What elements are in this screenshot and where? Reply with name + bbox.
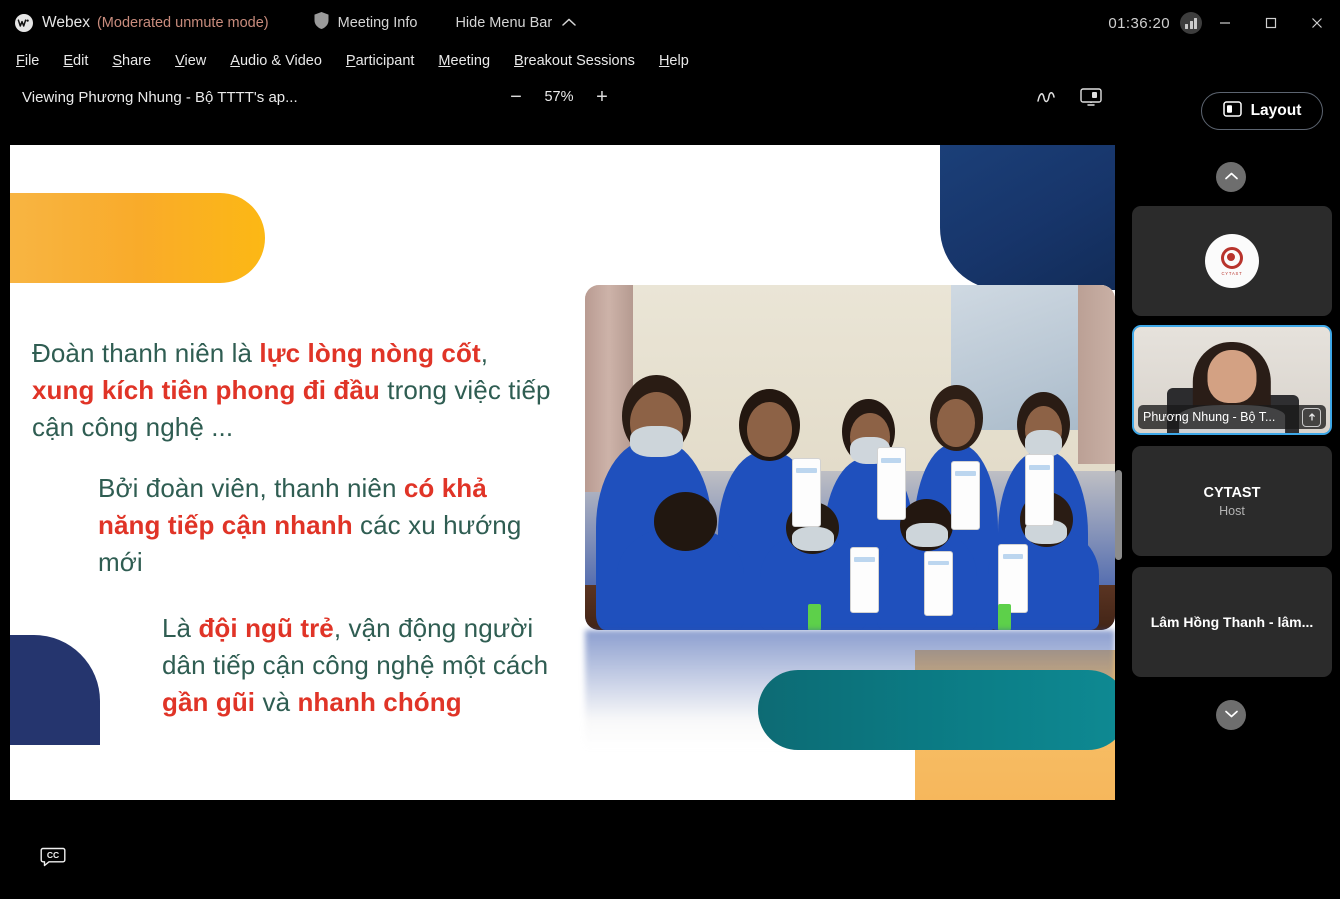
window-controls-group: 01:36:20 <box>1108 0 1340 46</box>
participant-name: Lâm Hồng Thanh - lâm... <box>1150 614 1314 630</box>
shield-icon <box>313 11 330 35</box>
scroll-up-button[interactable] <box>1216 162 1246 192</box>
menu-item-share[interactable]: Share <box>110 51 153 71</box>
slide-paragraph-3: Là đội ngũ trẻ, vận động người dân tiếp … <box>162 613 549 717</box>
meeting-control-bar: CC Unmute <box>0 818 1340 899</box>
scroll-down-button[interactable] <box>1216 700 1246 730</box>
closed-caption-button[interactable]: CC <box>34 840 72 878</box>
maximize-icon[interactable] <box>1248 0 1294 46</box>
chevron-up-icon <box>561 14 577 32</box>
zoom-level-value: 57% <box>544 89 574 105</box>
viewbar-icon-group <box>1035 76 1103 118</box>
meeting-info-label: Meeting Info <box>337 15 418 31</box>
hide-menu-bar-label: Hide Menu Bar <box>455 15 553 31</box>
meeting-info-button[interactable]: Meeting Info <box>313 11 418 35</box>
meeting-timer: 01:36:20 <box>1108 14 1170 32</box>
avatar: CYTAST <box>1205 234 1259 288</box>
menu-item-file[interactable]: File <box>14 51 41 71</box>
chevron-up-icon <box>1224 168 1239 186</box>
network-signal-icon[interactable] <box>1180 12 1202 34</box>
avatar-logo-text: CYTAST <box>1221 270 1243 276</box>
annotate-squiggle-icon[interactable] <box>1035 88 1057 106</box>
slide-paragraph-2: Bởi đoàn viên, thanh niên có khả năng ti… <box>98 473 522 577</box>
stage-scrollbar[interactable] <box>1114 145 1123 800</box>
zoom-out-button[interactable]: − <box>505 86 527 108</box>
share-display-icon[interactable] <box>1079 87 1103 107</box>
hide-menu-bar-button[interactable]: Hide Menu Bar <box>455 14 577 32</box>
zoom-controls: − 57% + <box>505 76 613 118</box>
participants-video-panel: Layout CYTAST Phương Nhung - Bộ T... CYT… <box>1125 46 1340 818</box>
menu-item-breakout-sessions[interactable]: Breakout Sessions <box>512 51 637 71</box>
moderated-mode-label: (Moderated unmute mode) <box>96 15 269 31</box>
chevron-down-icon <box>1224 706 1239 724</box>
stage-scrollbar-thumb[interactable] <box>1115 470 1122 560</box>
webex-meeting-window: Webex (Moderated unmute mode) Meeting In… <box>0 0 1340 899</box>
slide-text-block: Đoàn thanh niên là lực lòng nòng cốt, xu… <box>10 145 1115 800</box>
menu-item-view[interactable]: View <box>173 51 208 71</box>
participant-tile-cytast-avatar[interactable]: CYTAST <box>1132 206 1332 316</box>
tile-center-label: CYTAST Host <box>1132 446 1332 556</box>
slide-paragraph-1: Đoàn thanh niên là lực lòng nòng cốt, xu… <box>32 338 551 442</box>
sharing-indicator-icon <box>1302 407 1321 427</box>
layout-button[interactable]: Layout <box>1201 92 1323 130</box>
participant-name: CYTAST <box>1203 484 1261 501</box>
participant-tile-lam-hong-thanh[interactable]: Lâm Hồng Thanh - lâm... <box>1132 567 1332 677</box>
svg-text:CC: CC <box>47 850 59 860</box>
layout-button-label: Layout <box>1250 102 1302 119</box>
title-bar: Webex (Moderated unmute mode) Meeting In… <box>0 0 1340 46</box>
menu-item-audio-video[interactable]: Audio & Video <box>228 51 324 71</box>
sharing-view-bar: Viewing Phương Nhung - Bộ TTTT's ap... −… <box>0 76 1125 118</box>
menu-item-help[interactable]: Help <box>657 51 691 71</box>
menu-item-participant[interactable]: Participant <box>344 51 417 71</box>
zoom-in-button[interactable]: + <box>591 86 613 108</box>
viewing-title: Viewing Phương Nhung - Bộ TTTT's ap... <box>22 88 298 106</box>
menu-item-meeting[interactable]: Meeting <box>436 51 492 71</box>
tile-name-bar: Phương Nhung - Bộ T... <box>1138 405 1326 429</box>
participant-name: Phương Nhung - Bộ T... <box>1143 410 1276 424</box>
layout-grid-icon <box>1222 100 1242 122</box>
shared-content-stage[interactable]: Đoàn thanh niên là lực lòng nòng cốt, xu… <box>0 118 1125 818</box>
menu-item-edit[interactable]: Edit <box>61 51 90 71</box>
cytast-logo-icon <box>1221 246 1243 269</box>
closed-caption-icon: CC <box>40 845 66 874</box>
webex-logo-icon <box>14 13 34 33</box>
participant-role: Host <box>1219 503 1245 518</box>
app-name: Webex <box>42 14 90 31</box>
participant-tile-cytast-host[interactable]: CYTAST Host <box>1132 446 1332 556</box>
minimize-icon[interactable] <box>1202 0 1248 46</box>
participant-tile-active-speaker[interactable]: Phương Nhung - Bộ T... <box>1132 325 1332 435</box>
close-icon[interactable] <box>1294 0 1340 46</box>
tile-center-label: Lâm Hồng Thanh - lâm... <box>1132 567 1332 677</box>
presentation-slide: Đoàn thanh niên là lực lòng nòng cốt, xu… <box>10 145 1115 800</box>
